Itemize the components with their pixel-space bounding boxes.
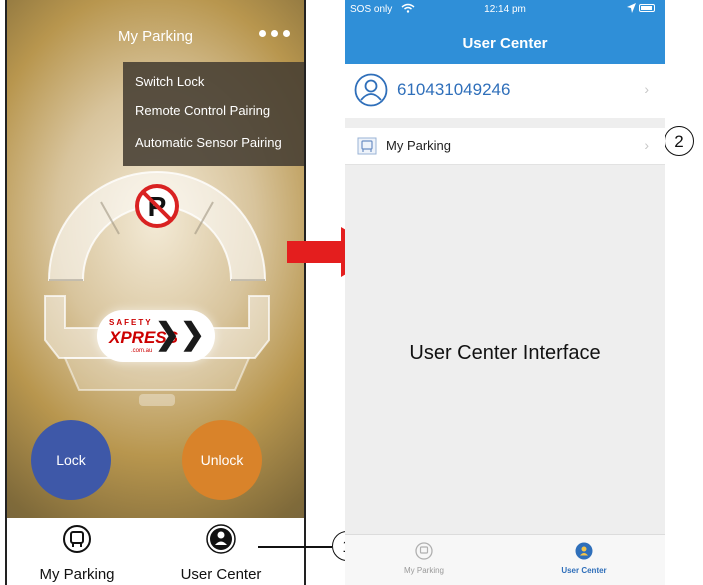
tab-my-parking[interactable]: My Parking — [17, 518, 137, 585]
options-menu: Switch Lock Remote Control Pairing Autom… — [123, 62, 304, 166]
double-chevron-icon: ❯❯ — [154, 318, 205, 351]
my-parking-label: My Parking — [386, 138, 452, 153]
user-icon — [206, 524, 236, 554]
page-title: User Center — [462, 35, 548, 52]
status-time: 12:14 pm — [484, 4, 526, 15]
parking-icon — [415, 542, 433, 560]
left-phone-screen: My Parking Switch Lock Remote Control Pa… — [5, 0, 306, 585]
interface-caption: User Center Interface — [409, 342, 601, 364]
parking-lock-graphic: P — [44, 171, 270, 406]
callout-2: 2 — [664, 126, 694, 156]
menu-item-switch-lock[interactable]: Switch Lock — [135, 74, 204, 89]
user-profile-row[interactable]: 610431049246 › — [345, 64, 665, 118]
user-icon — [575, 542, 593, 560]
unlock-button[interactable]: Unlock — [182, 420, 262, 500]
location-icon — [627, 3, 636, 13]
tab-bar: My Parking User Center — [7, 518, 304, 585]
chevron-right-icon: › — [644, 81, 649, 97]
menu-item-remote-control-pairing[interactable]: Remote Control Pairing — [135, 103, 270, 118]
menu-item-automatic-sensor-pairing[interactable]: Automatic Sensor Pairing — [135, 135, 282, 150]
avatar-icon — [354, 73, 388, 107]
callout-line-1 — [258, 546, 332, 548]
tab-user-center[interactable]: User Center — [161, 518, 281, 585]
tab-my-parking[interactable]: My Parking — [374, 535, 474, 585]
parking-icon — [357, 137, 377, 155]
user-id: 610431049246 — [397, 80, 511, 99]
tab-bar: My Parking User Center — [345, 534, 665, 585]
chevron-right-icon: › — [644, 137, 649, 153]
tab-user-center[interactable]: User Center — [534, 535, 634, 585]
no-parking-icon: P — [135, 184, 179, 228]
header-bar: SOS only 12:14 pm User Center — [345, 0, 665, 64]
lock-button[interactable]: Lock — [31, 420, 111, 500]
right-phone-screen: SOS only 12:14 pm User Center 6104310492… — [345, 0, 665, 585]
my-parking-row[interactable]: My Parking › — [345, 128, 665, 165]
ellipsis-icon[interactable] — [259, 30, 290, 37]
battery-icon — [639, 4, 655, 12]
parking-icon — [63, 525, 91, 553]
safety-xpress-logo: SAFETY XPRESS .com.au ❯❯ — [97, 310, 215, 362]
